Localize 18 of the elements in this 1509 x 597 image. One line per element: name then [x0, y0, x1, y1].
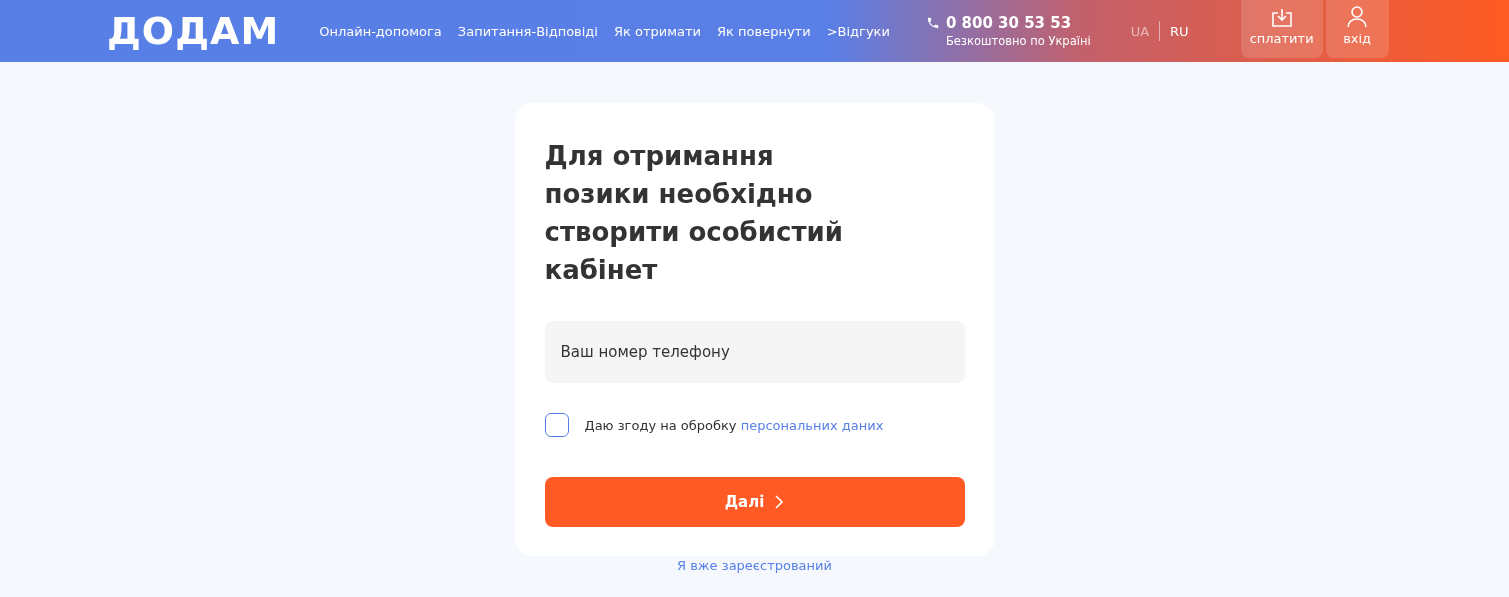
pay-button[interactable]: сплатити: [1240, 0, 1323, 58]
form-title: Для отримання позики необхідно створити особистий кабінет: [544, 140, 844, 287]
language-option[interactable]: UA: [1120, 23, 1160, 39]
logo[interactable]: ДОДАМ: [107, 12, 280, 50]
phone-number[interactable]: 0 800 30 53 53: [945, 14, 1091, 32]
phone-input[interactable]: Ваш номер телефону: [544, 321, 965, 383]
nav-link[interactable]: Запитання-Відповіді: [457, 23, 598, 39]
login-link[interactable]: Я вже зареєстрований: [677, 558, 832, 573]
nav-link[interactable]: Онлайн-допомога: [319, 23, 442, 39]
nav-link[interactable]: >Відгуки: [826, 23, 890, 39]
nav-link[interactable]: Як повернути: [717, 23, 811, 39]
login-button[interactable]: вхід: [1325, 0, 1389, 58]
next-button[interactable]: Далі: [544, 477, 965, 527]
phone-note: Безкоштовно по Україні: [945, 34, 1091, 48]
language-option[interactable]: RU: [1160, 23, 1199, 39]
personal-data-link[interactable]: персональних даних: [740, 417, 884, 433]
consent-text: Даю згоду на обробку персональних даних: [584, 417, 884, 433]
nav-link[interactable]: Як отримати: [614, 23, 702, 39]
